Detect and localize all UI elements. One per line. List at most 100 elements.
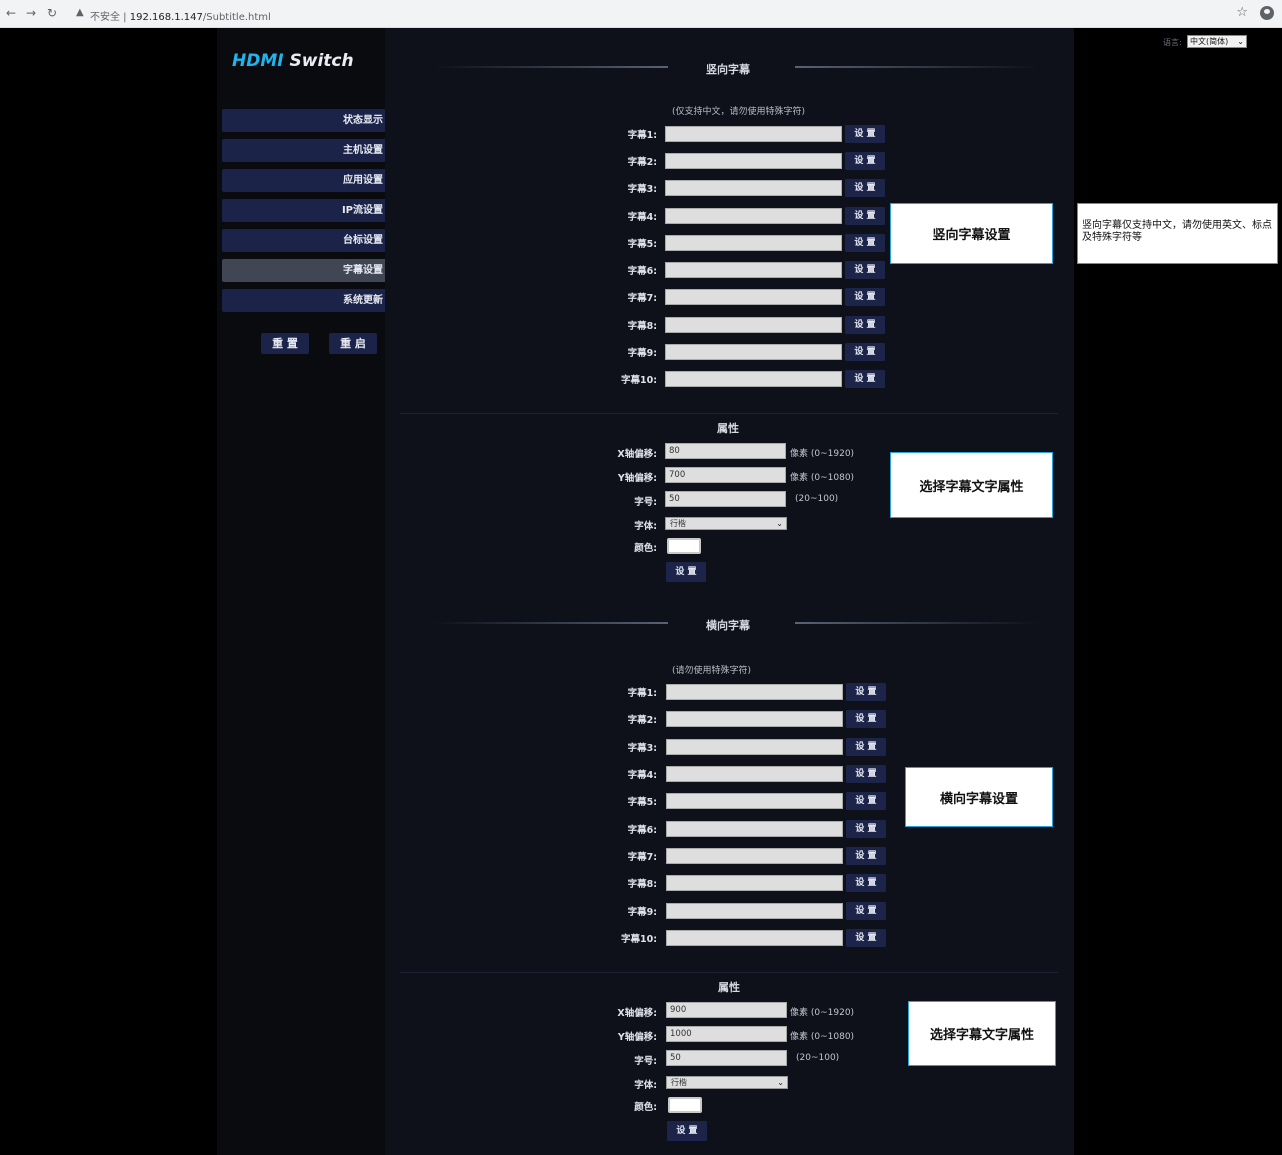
section-divider-left — [432, 622, 668, 624]
vertical-subtitle-set-button-9[interactable]: 设 置 — [845, 343, 885, 361]
vertical-x-offset-input[interactable]: 80 — [665, 443, 786, 459]
vertical-subtitle-input-5[interactable] — [665, 235, 842, 251]
vertical-font-size-input[interactable]: 50 — [665, 491, 786, 507]
horizontal-x-offset-hint: 像素 (0~1920) — [790, 1008, 855, 1018]
horizontal-subtitle-set-button-9[interactable]: 设 置 — [846, 902, 886, 920]
vertical-subtitle-input-4[interactable] — [665, 208, 842, 224]
horizontal-subtitle-input-8[interactable] — [666, 875, 843, 891]
vertical-section-title: 竖向字幕 — [706, 63, 750, 76]
sidebar-item-ip-stream[interactable]: IP流设置 — [222, 199, 390, 222]
vertical-subtitle-set-button-3[interactable]: 设 置 — [845, 179, 885, 197]
restart-button[interactable]: 重 启 — [329, 333, 377, 354]
vertical-subtitle-set-button-8[interactable]: 设 置 — [845, 316, 885, 334]
horizontal-subtitle-input-2[interactable] — [666, 711, 843, 727]
section-divider — [400, 413, 1058, 414]
horizontal-subtitle-set-button-1[interactable]: 设 置 — [846, 683, 886, 701]
vertical-font-select[interactable]: 行楷 ⌄ — [665, 517, 787, 530]
url-host: 192.168.1.147 — [129, 12, 203, 23]
horizontal-subtitle-set-button-8[interactable]: 设 置 — [846, 874, 886, 892]
horizontal-attr-set-button[interactable]: 设 置 — [667, 1121, 707, 1141]
horizontal-subtitle-input-10[interactable] — [666, 930, 843, 946]
horizontal-subtitle-label-5: 字幕5: — [627, 797, 657, 808]
horizontal-subtitle-set-button-5[interactable]: 设 置 — [846, 792, 886, 810]
vertical-subtitle-label-1: 字幕1: — [627, 130, 657, 141]
vertical-subtitle-input-10[interactable] — [665, 371, 842, 387]
vertical-font-label: 字体: — [634, 521, 657, 532]
sidebar-item-logo[interactable]: 台标设置 — [222, 229, 390, 252]
horizontal-subtitle-set-button-10[interactable]: 设 置 — [846, 929, 886, 947]
sidebar-item-system-update[interactable]: 系统更新 — [222, 289, 390, 312]
horizontal-subtitle-label-9: 字幕9: — [627, 907, 657, 918]
horizontal-subtitle-set-button-3[interactable]: 设 置 — [846, 738, 886, 756]
vertical-subtitle-set-button-1[interactable]: 设 置 — [845, 125, 885, 143]
vertical-font-selected: 行楷 — [670, 519, 686, 528]
vertical-attr-set-button[interactable]: 设 置 — [666, 562, 706, 582]
vertical-subtitle-input-1[interactable] — [665, 126, 842, 142]
horizontal-subtitle-input-4[interactable] — [666, 766, 843, 782]
callout-vertical-attr: 选择字幕文字属性 — [890, 452, 1053, 518]
vertical-subtitle-input-8[interactable] — [665, 317, 842, 333]
sidebar-item-status[interactable]: 状态显示 — [222, 109, 390, 132]
vertical-subtitle-set-button-7[interactable]: 设 置 — [845, 288, 885, 306]
horizontal-note: (请勿使用特殊字符) — [672, 666, 752, 676]
horizontal-subtitle-set-button-6[interactable]: 设 置 — [846, 820, 886, 838]
horizontal-subtitle-label-10: 字幕10: — [620, 934, 657, 945]
vertical-subtitle-input-6[interactable] — [665, 262, 842, 278]
vertical-color-swatch[interactable] — [667, 538, 701, 554]
horizontal-subtitle-input-3[interactable] — [666, 739, 843, 755]
sidebar — [217, 28, 385, 1155]
horizontal-y-offset-input[interactable]: 1000 — [666, 1026, 787, 1042]
vertical-subtitle-input-9[interactable] — [665, 344, 842, 360]
language-select[interactable]: 中文(简体) ⌄ — [1187, 35, 1247, 48]
vertical-subtitle-label-9: 字幕9: — [627, 348, 657, 359]
horizontal-subtitle-input-6[interactable] — [666, 821, 843, 837]
horizontal-subtitle-set-button-4[interactable]: 设 置 — [846, 765, 886, 783]
horizontal-subtitle-label-3: 字幕3: — [627, 743, 657, 754]
horizontal-x-offset-label: X轴偏移: — [617, 1008, 657, 1019]
address-bar[interactable]: 不安全 | 192.168.1.147/Subtitle.html — [90, 8, 271, 23]
chevron-down-icon: ⌄ — [776, 519, 783, 528]
vertical-subtitle-label-8: 字幕8: — [627, 321, 657, 332]
horizontal-subtitle-input-9[interactable] — [666, 903, 843, 919]
vertical-subtitle-set-button-5[interactable]: 设 置 — [845, 234, 885, 252]
horizontal-subtitle-input-7[interactable] — [666, 848, 843, 864]
vertical-subtitle-set-button-10[interactable]: 设 置 — [845, 370, 885, 388]
horizontal-color-swatch[interactable] — [668, 1097, 702, 1113]
vertical-subtitle-input-2[interactable] — [665, 153, 842, 169]
horizontal-subtitle-set-button-2[interactable]: 设 置 — [846, 710, 886, 728]
vertical-font-size-hint: (20~100) — [795, 494, 839, 504]
horizontal-font-select[interactable]: 行楷 ⌄ — [666, 1076, 788, 1089]
vertical-subtitle-input-3[interactable] — [665, 180, 842, 196]
vertical-subtitle-set-button-6[interactable]: 设 置 — [845, 261, 885, 279]
callout-horizontal-settings: 横向字幕设置 — [905, 767, 1053, 827]
reset-button[interactable]: 重 置 — [261, 333, 309, 354]
vertical-attr-title: 属性 — [717, 422, 739, 435]
horizontal-font-label: 字体: — [634, 1080, 657, 1091]
vertical-subtitle-set-button-4[interactable]: 设 置 — [845, 207, 885, 225]
horizontal-subtitle-input-1[interactable] — [666, 684, 843, 700]
vertical-subtitle-input-7[interactable] — [665, 289, 842, 305]
sidebar-item-subtitle[interactable]: 字幕设置 — [222, 259, 390, 282]
sidebar-item-host[interactable]: 主机设置 — [222, 139, 390, 162]
reload-icon[interactable]: ↻ — [47, 6, 57, 20]
forward-arrow-icon[interactable]: → — [26, 6, 36, 20]
vertical-subtitle-label-6: 字幕6: — [627, 266, 657, 277]
logo-hdmi: HDMI — [232, 51, 284, 71]
horizontal-font-size-input[interactable]: 50 — [666, 1050, 787, 1066]
account-icon[interactable] — [1260, 6, 1274, 20]
section-divider — [400, 972, 1058, 973]
horizontal-x-offset-input[interactable]: 900 — [666, 1002, 787, 1018]
vertical-y-offset-input[interactable]: 700 — [665, 467, 786, 483]
bookmark-star-icon[interactable]: ☆ — [1236, 5, 1248, 20]
back-arrow-icon[interactable]: ← — [6, 6, 16, 20]
sidebar-item-application[interactable]: 应用设置 — [222, 169, 390, 192]
vertical-x-offset-label: X轴偏移: — [617, 449, 657, 460]
horizontal-subtitle-input-5[interactable] — [666, 793, 843, 809]
callout-vertical-note: 竖向字幕仅支持中文，请勿使用英文、标点及特殊字符等 — [1077, 203, 1278, 264]
horizontal-section-title: 横向字幕 — [706, 619, 750, 632]
horizontal-subtitle-set-button-7[interactable]: 设 置 — [846, 847, 886, 865]
vertical-subtitle-label-2: 字幕2: — [627, 157, 657, 168]
vertical-subtitle-set-button-2[interactable]: 设 置 — [845, 152, 885, 170]
horizontal-subtitle-label-4: 字幕4: — [627, 770, 657, 781]
vertical-font-size-label: 字号: — [634, 497, 657, 508]
